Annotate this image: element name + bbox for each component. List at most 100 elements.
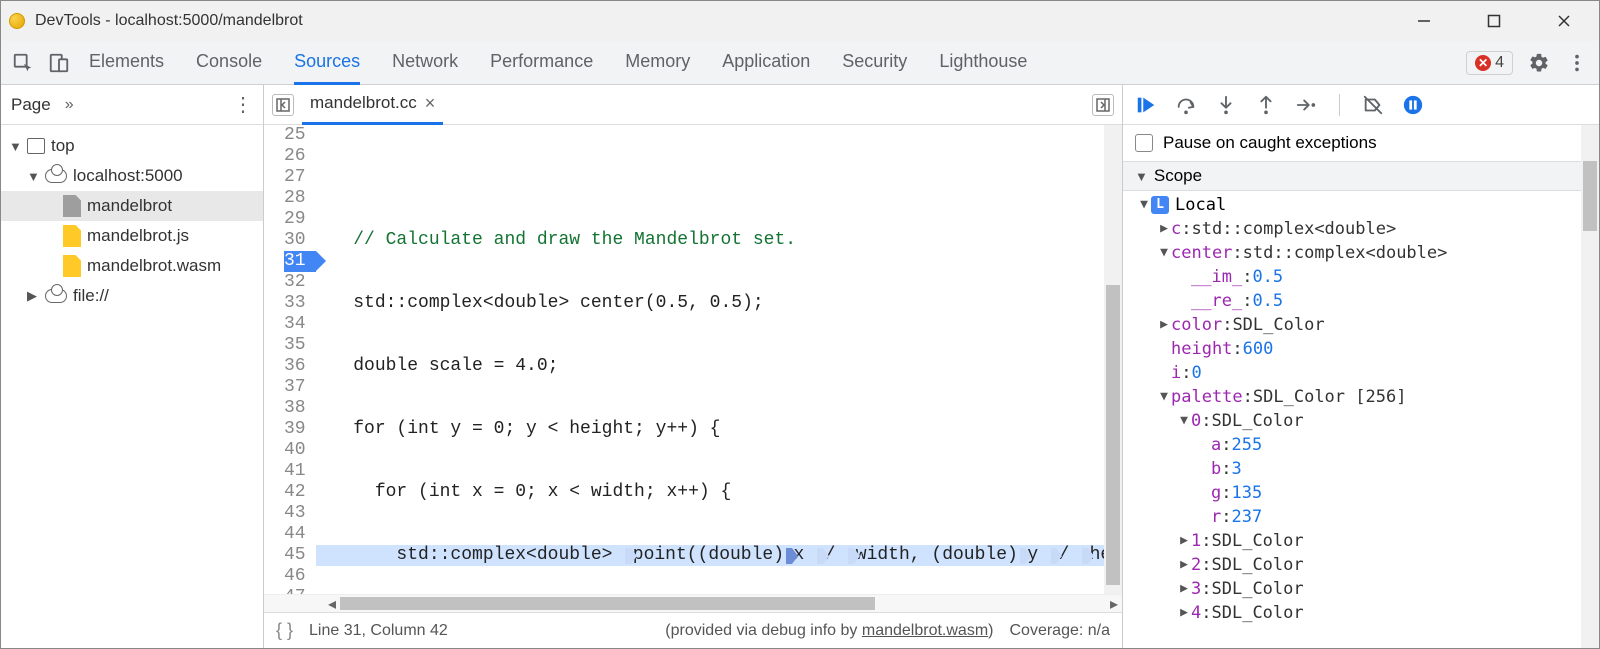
titlebar: DevTools - localhost:5000/mandelbrot — [1, 1, 1599, 41]
step-icon[interactable] — [1295, 94, 1317, 116]
deactivate-breakpoints-icon[interactable] — [1362, 94, 1384, 116]
nav-toggle-left-icon[interactable] — [272, 94, 294, 116]
sidebar-overflow-icon[interactable]: ⋮ — [233, 92, 253, 117]
error-icon: ✕ — [1475, 55, 1491, 71]
exec-line: std::complex<double> point((double)x / w… — [316, 545, 1122, 566]
inline-marker-icon — [625, 548, 631, 564]
nav-toggle-right-icon[interactable] — [1092, 94, 1114, 116]
close-button[interactable] — [1529, 1, 1599, 41]
tree-file-mandelbrot-js[interactable]: mandelbrot.js — [1, 221, 263, 251]
tab-performance[interactable]: Performance — [490, 41, 593, 85]
inline-marker-icon — [786, 548, 792, 564]
step-out-icon[interactable] — [1255, 94, 1277, 116]
var-center-re[interactable]: __re_0.5 — [1123, 289, 1599, 313]
cloud-icon — [45, 289, 67, 303]
pause-label: Pause on caught exceptions — [1163, 133, 1377, 153]
var-palette-0[interactable]: ▼0SDL_Color — [1123, 409, 1599, 433]
debug-source-link[interactable]: mandelbrot.wasm — [862, 622, 988, 639]
file-tab-mandelbrot-cc[interactable]: mandelbrot.cc × — [302, 85, 443, 125]
debugger-body: Pause on caught exceptions ▼Scope ▼LLoca… — [1123, 125, 1599, 648]
tree-file-mandelbrot-wasm[interactable]: mandelbrot.wasm — [1, 251, 263, 281]
var-color[interactable]: ▶colorSDL_Color — [1123, 313, 1599, 337]
sidebar-tab-page[interactable]: Page — [11, 95, 51, 115]
tab-security[interactable]: Security — [842, 41, 907, 85]
var-palette[interactable]: ▼paletteSDL_Color [256] — [1123, 385, 1599, 409]
cursor-position: Line 31, Column 42 — [309, 622, 448, 640]
device-toggle-icon[interactable] — [47, 51, 71, 75]
tree-host-label: localhost:5000 — [73, 166, 183, 186]
debugger-toolbar — [1123, 85, 1599, 125]
scope-section-head[interactable]: ▼Scope — [1123, 161, 1599, 191]
var-center[interactable]: ▼centerstd::complex<double> — [1123, 241, 1599, 265]
tree-file-proto[interactable]: ▶file:// — [1, 281, 263, 311]
var-palette-0-b[interactable]: b3 — [1123, 457, 1599, 481]
settings-gear-icon[interactable] — [1527, 51, 1551, 75]
inspect-element-icon[interactable] — [11, 51, 35, 75]
var-palette-0-r[interactable]: r237 — [1123, 505, 1599, 529]
file-label: mandelbrot.wasm — [87, 256, 221, 276]
resume-icon[interactable] — [1135, 94, 1157, 116]
tab-application[interactable]: Application — [722, 41, 810, 85]
window-title: DevTools - localhost:5000/mandelbrot — [35, 12, 1389, 30]
editor-vertical-scrollbar[interactable] — [1104, 125, 1122, 594]
code-editor[interactable]: 25 26 27 28 29 30 31 32 33 34 35 36 37 3… — [264, 125, 1122, 594]
var-i[interactable]: i0 — [1123, 361, 1599, 385]
close-tab-icon[interactable]: × — [425, 93, 436, 114]
file-label: mandelbrot — [87, 196, 172, 216]
devtools-icon — [9, 13, 25, 29]
step-into-icon[interactable] — [1215, 94, 1237, 116]
editor-tab-bar: mandelbrot.cc × — [264, 85, 1122, 125]
devtools-tabs-bar: Elements Console Sources Network Perform… — [1, 41, 1599, 85]
var-palette-3[interactable]: ▶3SDL_Color — [1123, 577, 1599, 601]
var-palette-0-a[interactable]: a255 — [1123, 433, 1599, 457]
tab-network[interactable]: Network — [392, 41, 458, 85]
sidebar-more-tabs-icon[interactable]: » — [65, 96, 74, 114]
inline-marker-icon — [1020, 548, 1026, 564]
var-palette-1[interactable]: ▶1SDL_Color — [1123, 529, 1599, 553]
pause-on-exceptions-icon[interactable] — [1402, 94, 1424, 116]
tree-top[interactable]: ▼top — [1, 131, 263, 161]
file-tab-label: mandelbrot.cc — [310, 93, 417, 113]
var-height[interactable]: height600 — [1123, 337, 1599, 361]
scope-local[interactable]: ▼LLocal — [1123, 193, 1599, 217]
error-count-badge[interactable]: ✕ 4 — [1466, 51, 1513, 75]
var-palette-0-g[interactable]: g135 — [1123, 481, 1599, 505]
var-palette-4[interactable]: ▶4SDL_Color — [1123, 601, 1599, 625]
sources-sidebar: Page » ⋮ ▼top ▼localhost:5000 mandelbrot… — [1, 85, 264, 648]
debugger-vertical-scrollbar[interactable] — [1581, 125, 1599, 648]
var-c[interactable]: ▶cstd::complex<double> — [1123, 217, 1599, 241]
tab-memory[interactable]: Memory — [625, 41, 690, 85]
debugger-panel: Pause on caught exceptions ▼Scope ▼LLoca… — [1123, 85, 1599, 648]
tab-sources[interactable]: Sources — [294, 41, 360, 85]
step-over-icon[interactable] — [1175, 94, 1197, 116]
scope-tree: ▼LLocal ▶cstd::complex<double> ▼centerst… — [1123, 191, 1599, 635]
exec-line-marker: 31 — [284, 251, 316, 272]
file-icon — [63, 195, 81, 217]
tree-file-mandelbrot[interactable]: mandelbrot — [1, 191, 263, 221]
var-center-im[interactable]: __im_0.5 — [1123, 265, 1599, 289]
tab-console[interactable]: Console — [196, 41, 262, 85]
tree-top-label: top — [51, 136, 75, 156]
pause-checkbox[interactable] — [1135, 134, 1153, 152]
inline-marker-icon — [817, 548, 823, 564]
scope-label: Scope — [1154, 166, 1202, 186]
pretty-print-icon[interactable]: { } — [276, 620, 293, 641]
minimize-button[interactable] — [1389, 1, 1459, 41]
editor-horizontal-scrollbar[interactable]: ◂ ▸ — [264, 594, 1122, 612]
inline-marker-icon — [1082, 548, 1088, 564]
tab-lighthouse[interactable]: Lighthouse — [939, 41, 1027, 85]
error-count: 4 — [1495, 54, 1504, 72]
var-palette-2[interactable]: ▶2SDL_Color — [1123, 553, 1599, 577]
inline-marker-icon — [1051, 548, 1057, 564]
tree-file-proto-label: file:// — [73, 286, 109, 306]
maximize-button[interactable] — [1459, 1, 1529, 41]
more-menu-icon[interactable] — [1565, 51, 1589, 75]
frame-icon — [27, 138, 45, 154]
debug-info: (provided via debug info by mandelbrot.w… — [665, 622, 993, 640]
pause-on-exceptions-row[interactable]: Pause on caught exceptions — [1123, 125, 1599, 161]
code-lines: // Calculate and draw the Mandelbrot set… — [316, 125, 1122, 594]
tab-elements[interactable]: Elements — [89, 41, 164, 85]
editor-status-bar: { } Line 31, Column 42 (provided via deb… — [264, 612, 1122, 648]
tree-host[interactable]: ▼localhost:5000 — [1, 161, 263, 191]
sidebar-head: Page » ⋮ — [1, 85, 263, 125]
